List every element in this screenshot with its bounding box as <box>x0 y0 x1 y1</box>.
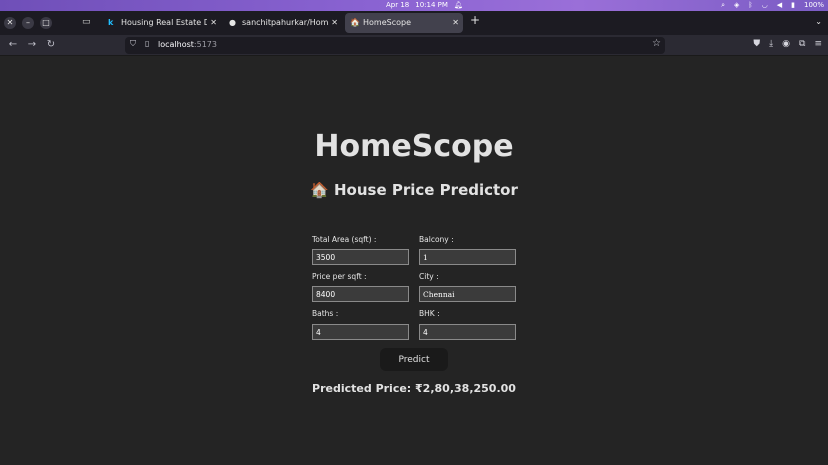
shield-icon[interactable]: ⛉ <box>130 39 136 49</box>
bell-icon: 🔔︎ <box>453 1 463 9</box>
tab-list-icon[interactable]: ▭ <box>82 17 93 27</box>
balcony-input[interactable] <box>419 249 516 265</box>
browser-toolbar-icons: ⛊ ⤓ ◉ ⧉ ≡ <box>753 39 822 49</box>
total-area-label: Total Area (sqft) : <box>312 235 377 244</box>
window-maximize-icon[interactable]: □ <box>40 17 52 29</box>
balcony-label: Balcony : <box>419 235 454 244</box>
shield-icon: ◈ <box>734 1 740 9</box>
house-icon: 🏠 <box>350 18 360 27</box>
window-minimize-icon[interactable]: – <box>22 17 34 29</box>
tab-label: HomeScope <box>363 18 411 27</box>
os-time: 10:14 PM <box>415 1 448 9</box>
price-per-sqft-label: Price per sqft : <box>312 272 367 281</box>
window-close-icon[interactable]: ✕ <box>4 17 16 29</box>
battery-icon: ▮ <box>791 1 795 9</box>
tab-housing-data[interactable]: k Housing Real Estate Data fr ✕ <box>103 13 221 33</box>
extensions-icon[interactable]: ⧉ <box>799 39 805 49</box>
page-content: HomeScope 🏠 House Price Predictor Total … <box>0 57 828 465</box>
predict-button[interactable]: Predict <box>380 348 448 371</box>
account-icon[interactable]: ◉ <box>782 39 790 49</box>
tab-close-icon[interactable]: ✕ <box>452 13 459 33</box>
os-date: Apr 18 <box>386 1 410 9</box>
tab-label: Housing Real Estate Data fr <box>121 18 207 27</box>
browser-nav-bar: ← → ↻ ⛉ ▯ localhost:5173 ☆ ⛊ ⤓ ◉ ⧉ ≡ <box>0 35 828 56</box>
baths-label: Baths : <box>312 309 339 318</box>
os-status-area[interactable]: ⌕ ◈ ᛒ ◡ ◀ ▮ 100% <box>721 0 824 11</box>
os-top-bar: Apr 18 10:14 PM 🔔︎ ⌕ ◈ ᛒ ◡ ◀ ▮ 100% <box>0 0 828 11</box>
url-text[interactable]: localhost:5173 <box>158 40 217 49</box>
new-tab-icon[interactable]: + <box>470 13 480 27</box>
bookmark-star-icon[interactable]: ☆ <box>652 38 661 49</box>
bhk-label: BHK : <box>419 309 440 318</box>
battery-percent: 100% <box>803 1 824 9</box>
download-icon[interactable]: ⤓ <box>769 39 773 49</box>
tab-close-icon[interactable]: ✕ <box>210 13 217 33</box>
github-icon: ● <box>229 18 236 27</box>
page-icon[interactable]: ▯ <box>145 39 149 48</box>
back-icon[interactable]: ← <box>6 38 20 52</box>
page-title: HomeScope <box>314 129 514 164</box>
bluetooth-icon: ᛒ <box>748 1 753 9</box>
kaggle-icon: k <box>108 18 114 27</box>
price-per-sqft-input[interactable] <box>312 286 409 302</box>
search-icon: ⌕ <box>721 1 726 9</box>
browser-tab-strip: ✕ – □ ▭ k Housing Real Estate Data fr ✕ … <box>0 11 828 35</box>
reload-icon[interactable]: ↻ <box>44 38 58 52</box>
tab-label: sanchitpahurkar/HomeScop <box>242 18 328 27</box>
tab-homescope[interactable]: 🏠 HomeScope ✕ <box>345 13 463 33</box>
url-bar[interactable]: ⛉ ▯ localhost:5173 ☆ <box>125 37 665 54</box>
city-input[interactable] <box>419 286 516 302</box>
city-label: City : <box>419 272 439 281</box>
page-subtitle: 🏠 House Price Predictor <box>310 181 518 199</box>
wifi-icon: ◡ <box>761 1 768 9</box>
baths-input[interactable] <box>312 324 409 340</box>
forward-icon[interactable]: → <box>25 38 39 52</box>
menu-icon[interactable]: ≡ <box>814 39 822 49</box>
volume-icon: ◀ <box>776 1 783 9</box>
pocket-icon[interactable]: ⛊ <box>753 39 760 49</box>
chevron-down-icon[interactable]: ⌄ <box>815 17 822 26</box>
tab-github-repo[interactable]: ● sanchitpahurkar/HomeScop ✕ <box>224 13 342 33</box>
os-clock[interactable]: Apr 18 10:14 PM 🔔︎ <box>386 0 463 11</box>
url-host: localhost <box>158 40 194 49</box>
bhk-input[interactable] <box>419 324 516 340</box>
tab-close-icon[interactable]: ✕ <box>331 13 338 33</box>
predicted-price: Predicted Price: ₹2,80,38,250.00 <box>312 382 516 395</box>
url-port: :5173 <box>193 40 217 49</box>
total-area-input[interactable] <box>312 249 409 265</box>
